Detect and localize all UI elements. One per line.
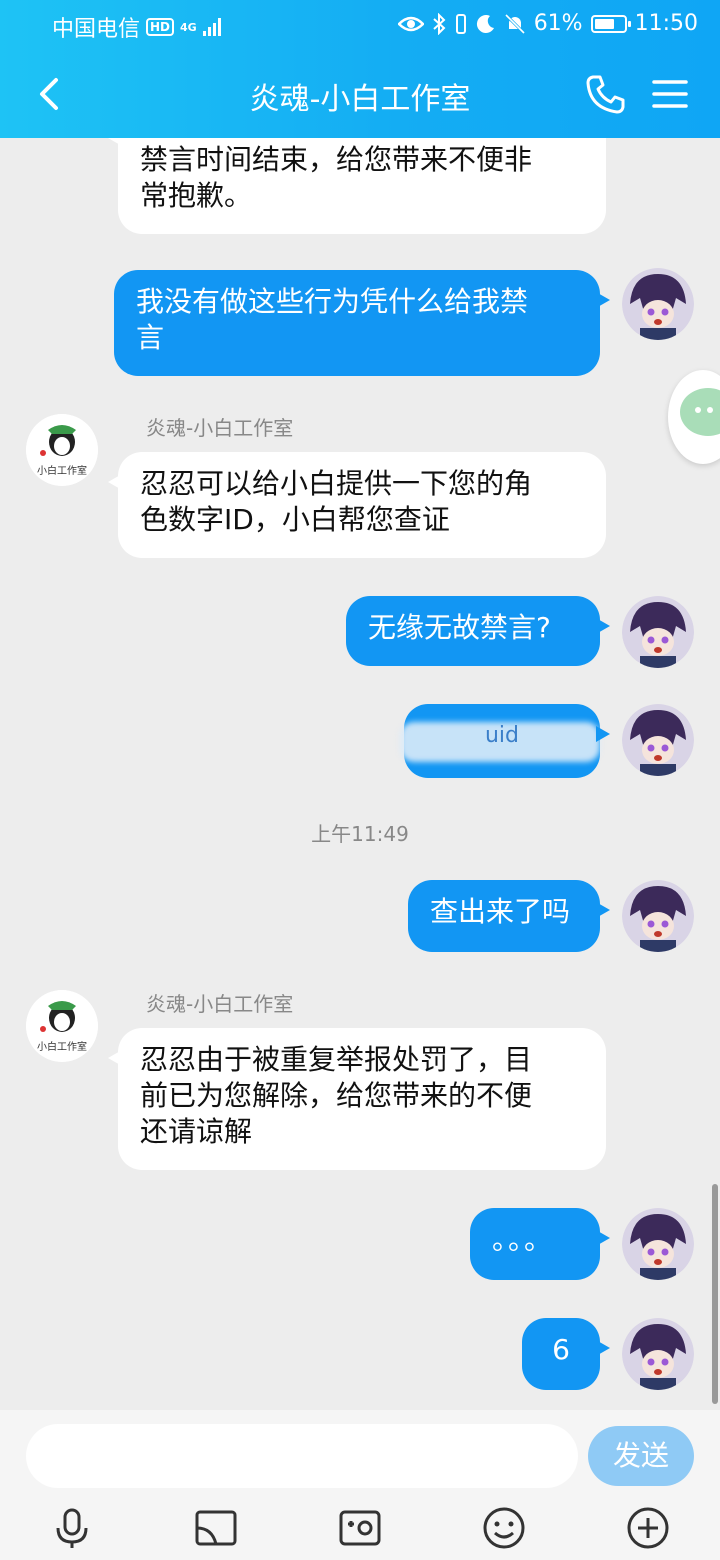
avatar[interactable] [622,596,694,668]
message-bubble[interactable]: 忍忍可以给小白提供一下您的角 色数字ID，小白帮您查证 [108,452,606,558]
message-input[interactable] [26,1424,578,1488]
avatar[interactable]: 小白工作室 [26,414,98,486]
plus-icon [627,1507,669,1549]
battery-percent: 61% [533,11,583,36]
top-bar: 中国电信 HD 4G 61% 11:50 炎魂-小白工作室 [0,0,720,138]
message-text: 言 [136,321,165,354]
screen-cast-icon [195,1510,237,1546]
wechat-icon [680,388,720,436]
message-bubble[interactable]: 无缘无故禁言? [346,596,610,666]
voice-button[interactable] [50,1506,94,1550]
emoji-button[interactable] [482,1506,526,1550]
menu-icon [652,80,688,108]
scrollbar[interactable] [712,1184,718,1404]
hd-icon: HD [146,18,175,36]
message-bubble[interactable]: 禁言时间结束，给您带来不便非 常抱歉。 [108,138,606,234]
bluetooth-icon [433,12,446,35]
carrier-label: 中国电信 [52,17,141,42]
message-bubble[interactable]: 查出来了吗 [408,880,610,952]
message-bubble[interactable]: 。。。 [470,1208,610,1280]
avatar-caption: 小白工作室 [37,1042,87,1053]
chat-area[interactable]: 禁言时间结束，给您带来不便非 常抱歉。 我没有做这些行为凭什么给我禁 言 小白工… [0,138,720,1410]
message-text: 6 [552,1333,570,1366]
phone-icon [586,75,625,114]
message-bubble[interactable]: 忍忍由于被重复举报处罚了，目 前已为您解除，给您带来的不便 还请谅解 [108,1028,606,1170]
vibrate-icon [455,13,466,34]
message-text: 色数字ID，小白帮您查证 [140,503,450,536]
camera-icon [339,1510,381,1546]
network-label: 4G [180,20,197,34]
message-text: 前已为您解除，给您带来的不便 [140,1079,533,1112]
microphone-icon [56,1508,88,1548]
timestamp: 上午11:49 [311,822,409,846]
avatar-caption: 小白工作室 [37,466,87,477]
message-text: 无缘无故禁言? [368,611,551,644]
clock: 11:50 [634,11,698,36]
battery-icon [590,14,631,33]
avatar[interactable] [622,1318,694,1390]
more-button[interactable] [626,1506,670,1550]
mute-bell-icon [504,13,525,34]
message-text: 。。。 [492,1223,555,1256]
message-text: 忍忍可以给小白提供一下您的角 [140,467,533,500]
message-text: 还请谅解 [140,1115,253,1148]
moon-icon [476,14,494,33]
camera-button[interactable] [338,1506,382,1550]
avatar[interactable]: 小白工作室 [26,990,98,1062]
send-button[interactable]: 发送 [588,1426,694,1486]
menu-button[interactable] [650,74,690,114]
floating-wechat-button[interactable] [668,370,720,464]
status-bar: 中国电信 HD 4G 61% 11:50 [0,0,720,50]
message-text: 我没有做这些行为凭什么给我禁 [136,285,529,318]
message-text: 禁言时间结束，给您带来不便非 [140,143,533,176]
avatar[interactable] [622,268,694,340]
call-button[interactable] [584,72,628,116]
composer-bar: 发送 [0,1410,720,1560]
signal-icon [202,18,221,36]
message-text: uid [484,723,520,748]
sender-name: 炎魂-小白工作室 [146,992,294,1016]
sender-name: 炎魂-小白工作室 [146,416,294,440]
avatar[interactable] [622,1208,694,1280]
message-bubble[interactable]: 我没有做这些行为凭什么给我禁 言 [114,270,610,376]
message-text: 查出来了吗 [430,895,571,928]
eye-icon [397,16,424,31]
emoji-icon [483,1507,525,1549]
message-bubble[interactable]: 6 [522,1318,610,1390]
message-text: 常抱歉。 [140,179,253,212]
avatar[interactable] [622,704,694,776]
avatar[interactable] [622,880,694,952]
cast-button[interactable] [194,1506,238,1550]
message-bubble[interactable]: uid [400,704,610,778]
message-text: 忍忍由于被重复举报处罚了，目 [140,1043,533,1076]
